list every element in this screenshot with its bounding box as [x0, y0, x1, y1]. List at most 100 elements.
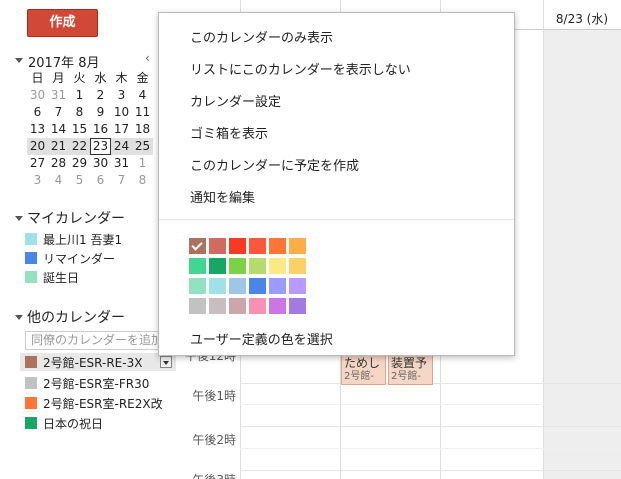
menu-item-create-event[interactable]: このカレンダーに予定を作成 — [190, 155, 359, 174]
mini-day[interactable]: 14 — [48, 121, 69, 138]
menu-item-custom-color[interactable]: ユーザー定義の色を選択 — [190, 329, 333, 348]
day-header-0823[interactable]: 8/23 (水) — [543, 0, 621, 30]
mini-day[interactable]: 20 — [27, 138, 48, 155]
palette-swatch[interactable] — [269, 278, 286, 294]
calendar-options-dropdown-icon[interactable] — [160, 356, 172, 368]
mini-day[interactable]: 4 — [48, 172, 69, 189]
palette-row — [189, 298, 309, 318]
collapse-triangle-icon[interactable] — [15, 216, 23, 221]
my-calendars-header[interactable]: マイカレンダー — [10, 208, 170, 228]
mini-day[interactable]: 3 — [27, 172, 48, 189]
event-block[interactable]: ためし 2号館-ES — [341, 355, 386, 385]
palette-swatch[interactable] — [209, 298, 226, 314]
calendar-item[interactable]: 日本の祝日 — [25, 414, 103, 432]
mini-day[interactable]: 4 — [132, 87, 153, 104]
mini-day[interactable]: 6 — [90, 172, 111, 189]
palette-swatch-selected[interactable] — [189, 238, 206, 254]
event-block[interactable]: 装置予 2号館- — [388, 355, 433, 385]
menu-item-edit-notifications[interactable]: 通知を編集 — [190, 187, 255, 206]
time-label-14: 午後2時 — [192, 433, 236, 447]
mini-day[interactable]: 27 — [27, 155, 48, 172]
mini-day[interactable]: 7 — [111, 172, 132, 189]
mini-day[interactable]: 1 — [132, 155, 153, 172]
menu-item-hide-from-list[interactable]: リストにこのカレンダーを表示しない — [190, 59, 411, 78]
palette-row — [189, 238, 309, 258]
palette-swatch[interactable] — [209, 278, 226, 294]
calendar-item[interactable]: 2号館-ESR室-FR30 — [25, 374, 149, 392]
mini-day[interactable]: 15 — [69, 121, 90, 138]
mini-day[interactable]: 25 — [132, 138, 153, 155]
mini-day[interactable]: 8 — [132, 172, 153, 189]
mini-day[interactable]: 16 — [90, 121, 111, 138]
weekday-label: 月 — [52, 71, 65, 85]
palette-swatch[interactable] — [249, 238, 266, 254]
palette-swatch[interactable] — [269, 238, 286, 254]
palette-swatch[interactable] — [289, 238, 306, 254]
mini-day[interactable]: 21 — [48, 138, 69, 155]
mini-day[interactable]: 2 — [90, 87, 111, 104]
mini-day[interactable]: 18 — [132, 121, 153, 138]
mini-calendar-title[interactable]: 2017年 8月 — [28, 52, 100, 71]
palette-swatch[interactable] — [289, 298, 306, 314]
mini-day[interactable]: 6 — [27, 104, 48, 121]
calendar-item[interactable]: リマインダー — [25, 249, 115, 267]
palette-swatch[interactable] — [249, 298, 266, 314]
calendar-item[interactable]: 誕生日 — [25, 268, 79, 286]
mini-day[interactable]: 13 — [27, 121, 48, 138]
palette-swatch[interactable] — [229, 258, 246, 274]
palette-swatch[interactable] — [209, 238, 226, 254]
mini-day[interactable]: 17 — [111, 121, 132, 138]
other-calendars-title[interactable]: 他のカレンダー — [27, 307, 125, 327]
mini-day[interactable]: 30 — [90, 155, 111, 172]
today-column[interactable] — [543, 30, 621, 479]
palette-swatch[interactable] — [229, 238, 246, 254]
other-calendars-header[interactable]: 他のカレンダー — [10, 307, 170, 327]
mini-day[interactable]: 30 — [27, 87, 48, 104]
palette-swatch[interactable] — [289, 258, 306, 274]
mini-day[interactable]: 29 — [69, 155, 90, 172]
mini-day[interactable]: 31 — [111, 155, 132, 172]
palette-swatch[interactable] — [229, 298, 246, 314]
palette-swatch[interactable] — [269, 258, 286, 274]
add-colleague-calendar-input[interactable]: 同僚のカレンダーを追加 — [25, 331, 159, 350]
palette-row — [189, 258, 309, 278]
mini-day[interactable]: 28 — [48, 155, 69, 172]
mini-day[interactable]: 24 — [111, 138, 132, 155]
collapse-triangle-icon[interactable] — [15, 315, 23, 320]
palette-swatch[interactable] — [269, 298, 286, 314]
mini-day[interactable]: 31 — [48, 87, 69, 104]
palette-swatch[interactable] — [229, 278, 246, 294]
palette-row — [189, 278, 309, 298]
mini-day[interactable]: 9 — [90, 104, 111, 121]
mini-day[interactable]: 22 — [69, 138, 90, 155]
create-button[interactable]: 作成 — [27, 9, 98, 37]
palette-swatch[interactable] — [289, 278, 306, 294]
palette-swatch[interactable] — [189, 258, 206, 274]
mini-prev-month-button[interactable]: ‹ — [145, 51, 150, 65]
menu-item-show-trash[interactable]: ゴミ箱を表示 — [190, 123, 268, 142]
calendar-item[interactable]: 2号館-ESR室-RE2X改 — [25, 394, 163, 412]
calendar-label: 2号館-ESR室-FR30 — [43, 376, 150, 391]
palette-swatch[interactable] — [209, 258, 226, 274]
calendar-item-selected[interactable]: 2号館-ESR-RE-3X — [20, 353, 176, 371]
palette-swatch[interactable] — [189, 298, 206, 314]
palette-swatch[interactable] — [249, 258, 266, 274]
mini-day[interactable]: 1 — [69, 87, 90, 104]
palette-swatch[interactable] — [189, 278, 206, 294]
mini-day[interactable]: 7 — [48, 104, 69, 121]
mini-day[interactable]: 3 — [111, 87, 132, 104]
calendar-item[interactable]: 最上川1 吾妻1 — [25, 230, 122, 248]
collapse-triangle-icon[interactable] — [15, 58, 23, 63]
menu-item-show-only-this[interactable]: このカレンダーのみ表示 — [190, 27, 333, 46]
mini-day[interactable]: 5 — [69, 172, 90, 189]
mini-day[interactable]: 11 — [132, 104, 153, 121]
palette-swatch[interactable] — [249, 278, 266, 294]
week-row: 3 4 5 6 7 8 — [27, 172, 153, 189]
week-row: 6 7 8 9 10 11 — [27, 104, 153, 121]
mini-day-today[interactable]: 23 — [90, 138, 111, 155]
menu-item-calendar-settings[interactable]: カレンダー設定 — [190, 91, 281, 110]
weekday-label: 水 — [94, 71, 107, 85]
my-calendars-title[interactable]: マイカレンダー — [27, 208, 125, 228]
mini-day[interactable]: 8 — [69, 104, 90, 121]
mini-day[interactable]: 10 — [111, 104, 132, 121]
